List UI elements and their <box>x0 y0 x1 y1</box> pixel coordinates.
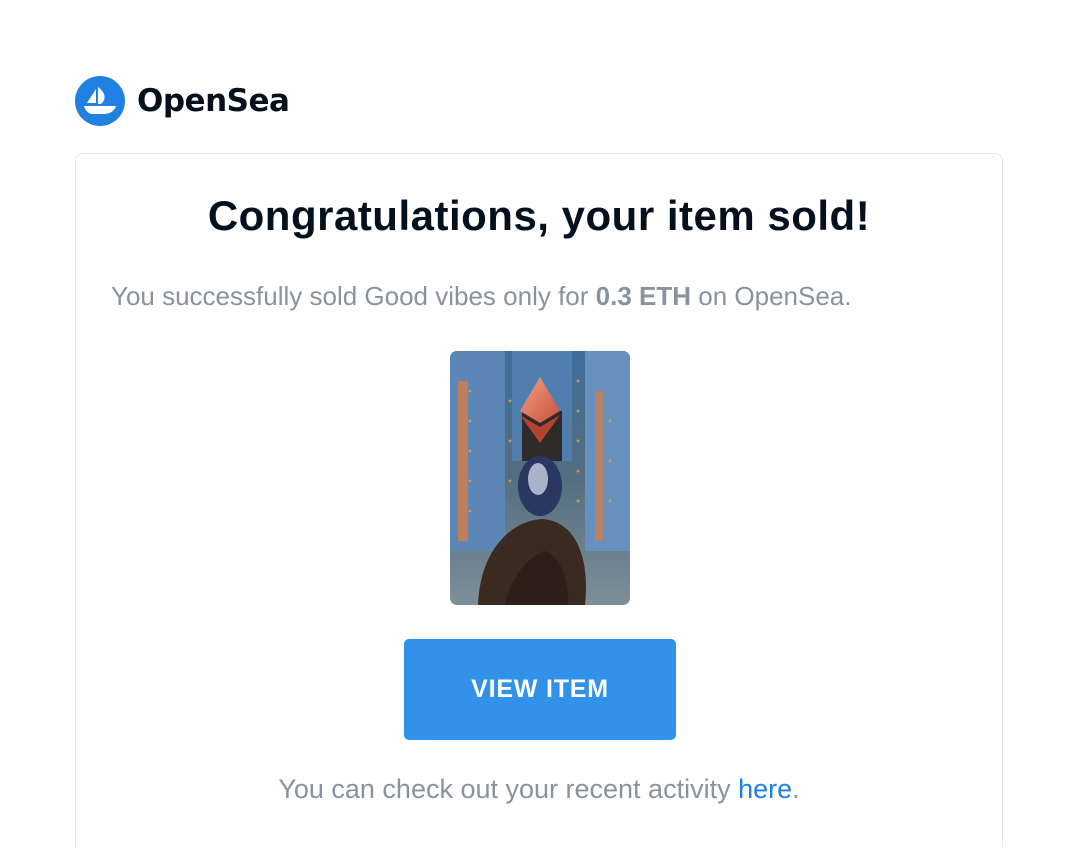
view-item-button[interactable]: VIEW ITEM <box>404 639 676 740</box>
footer-prefix: You can check out your recent activity <box>278 774 739 804</box>
message-suffix: on OpenSea. <box>691 281 852 311</box>
activity-link[interactable]: here <box>738 774 792 804</box>
opensea-logo-icon <box>75 76 125 126</box>
sale-notification-card: Congratulations, your item sold! You suc… <box>75 153 1003 848</box>
sale-price: 0.3 ETH <box>595 281 692 311</box>
footer-suffix: . <box>792 774 800 804</box>
email-page: OpenSea Congratulations, your item sold!… <box>0 0 1071 848</box>
sale-message: You successfully sold Good vibes only fo… <box>111 281 851 312</box>
brand-name: OpenSea <box>137 83 290 119</box>
headline: Congratulations, your item sold! <box>207 192 871 239</box>
item-image[interactable] <box>450 351 630 605</box>
activity-footer: You can check out your recent activity h… <box>76 774 1002 805</box>
message-prefix: You successfully sold Good vibes only fo… <box>111 281 596 311</box>
brand-header[interactable]: OpenSea <box>75 76 290 126</box>
